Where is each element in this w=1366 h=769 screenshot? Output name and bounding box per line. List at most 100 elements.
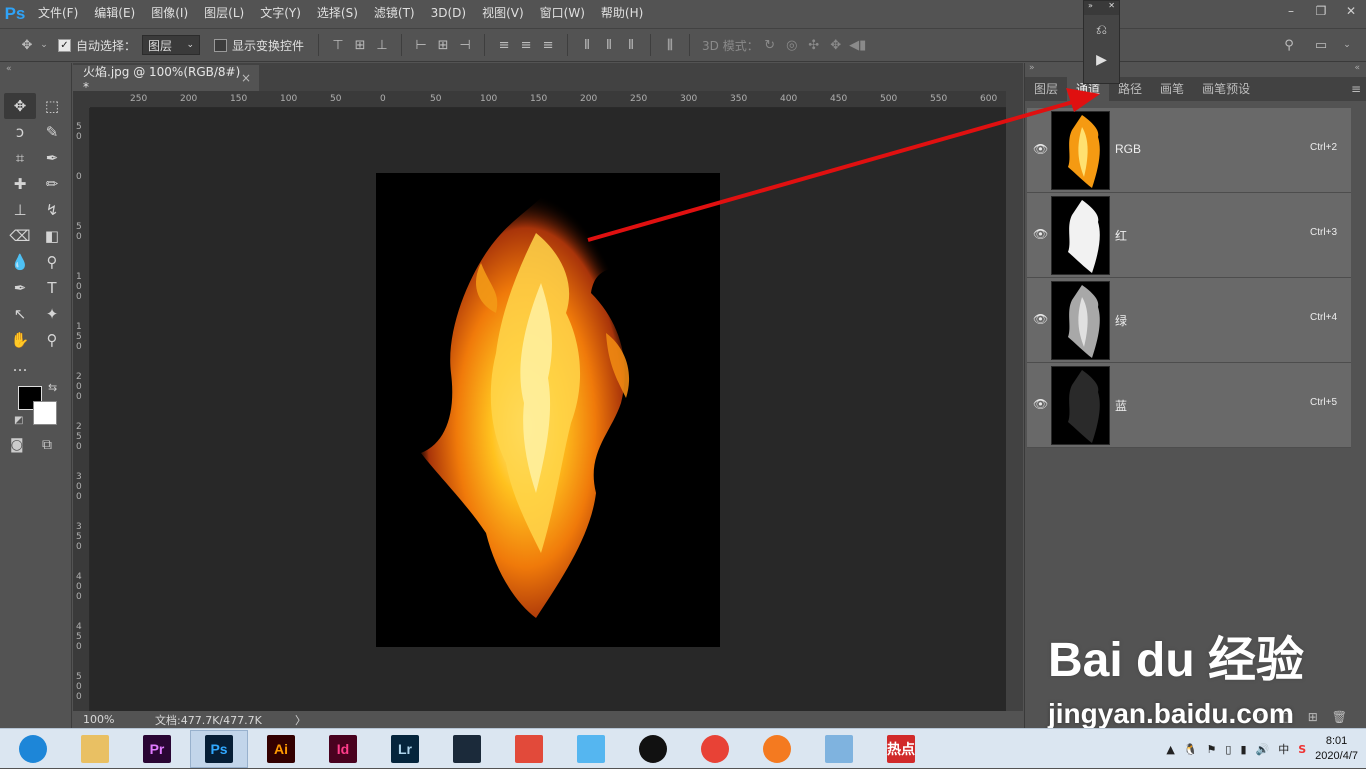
taskbar-hot[interactable]: 热点 [872, 730, 930, 768]
load-selection-icon[interactable]: ◌ [1258, 710, 1268, 724]
vertical-scrollbar[interactable] [1006, 91, 1023, 711]
zoom-level[interactable]: 100% [73, 713, 155, 726]
background-color-swatch[interactable] [33, 401, 57, 425]
menu-item[interactable]: 滤镜(T) [366, 0, 423, 27]
collapse-icon[interactable]: « [1354, 63, 1360, 73]
menu-item[interactable]: 图像(I) [143, 0, 196, 27]
distribute-vcenter-icon[interactable]: ≡ [515, 34, 537, 56]
flag-icon[interactable]: ⚑ [1207, 743, 1217, 756]
channel-row-blue[interactable]: 👁 蓝 Ctrl+5 [1027, 363, 1351, 448]
volume-icon[interactable]: 🔊 [1256, 743, 1270, 756]
3d-scale-icon[interactable]: ◀▮ [847, 34, 869, 56]
close-window-button[interactable]: ✕ [1336, 0, 1366, 22]
screen-mode-icon[interactable]: ⧉ [42, 437, 52, 453]
gradient-tool-icon[interactable]: ◧ [36, 223, 68, 249]
tab-brush-presets[interactable]: 画笔预设 [1193, 77, 1259, 101]
tab-brush[interactable]: 画笔 [1151, 77, 1193, 101]
blur-tool-icon[interactable]: 💧 [4, 249, 36, 275]
distribute-bottom-icon[interactable]: ≡ [537, 34, 559, 56]
play-icon[interactable]: ▶ [1084, 45, 1119, 75]
network-icon[interactable]: ▮ [1240, 743, 1246, 756]
more-tools-icon[interactable]: … [4, 353, 36, 379]
expand-icon[interactable]: » [1029, 63, 1035, 73]
align-vcenter-icon[interactable]: ⊞ [349, 34, 371, 56]
eye-icon[interactable]: 👁 [1033, 397, 1048, 411]
taskbar-video[interactable] [438, 730, 496, 768]
save-selection-icon[interactable]: ◫ [1282, 710, 1293, 724]
taskbar-app-orange[interactable] [748, 730, 806, 768]
shape-tool-icon[interactable]: ✦ [36, 301, 68, 327]
taskbar-premiere[interactable]: Pr [128, 730, 186, 768]
show-transform-checkbox[interactable] [214, 38, 228, 52]
move-tool-icon[interactable]: ✥ [4, 93, 36, 119]
align-hcenter-icon[interactable]: ⊞ [432, 34, 454, 56]
align-right-icon[interactable]: ⊣ [454, 34, 476, 56]
close-icon[interactable]: ✕ [1108, 1, 1115, 15]
ime-indicator[interactable]: 中 [1278, 741, 1289, 757]
distribute-right-icon[interactable]: ⦀ [620, 34, 642, 56]
restore-button[interactable]: ❐ [1306, 0, 1336, 22]
zoom-tool-icon[interactable]: ⚲ [36, 327, 68, 353]
align-bottom-icon[interactable]: ⊥ [371, 34, 393, 56]
path-select-tool-icon[interactable]: ↖ [4, 301, 36, 327]
3d-slide-icon[interactable]: ✥ [825, 34, 847, 56]
align-top-icon[interactable]: ⊤ [327, 34, 349, 56]
menu-item[interactable]: 窗口(W) [532, 0, 593, 27]
quick-select-tool-icon[interactable]: ✎ [36, 119, 68, 145]
menu-item[interactable]: 视图(V) [474, 0, 532, 27]
taskbar-photoshop[interactable]: Ps [190, 729, 248, 768]
3d-rotate-icon[interactable]: ↻ [759, 34, 781, 56]
chevron-down-icon[interactable]: ⌄ [38, 34, 50, 56]
healing-brush-tool-icon[interactable]: ✚ [4, 171, 36, 197]
eye-icon[interactable]: 👁 [1033, 312, 1048, 326]
close-tab-icon[interactable]: × [241, 71, 251, 85]
workspace-icon[interactable]: ▭ [1310, 34, 1332, 56]
qq-tray-icon[interactable]: 🐧 [1184, 743, 1198, 756]
taskbar-chrome[interactable] [686, 730, 744, 768]
expand-icon[interactable]: » [1088, 1, 1093, 15]
lasso-tool-icon[interactable]: ↄ [4, 119, 36, 145]
eraser-tool-icon[interactable]: ⌫ [4, 223, 36, 249]
taskbar-illustrator[interactable]: Ai [252, 730, 310, 768]
menu-item[interactable]: 帮助(H) [593, 0, 651, 27]
menu-item[interactable]: 3D(D) [423, 0, 474, 27]
hand-tool-icon[interactable]: ✋ [4, 327, 36, 353]
new-channel-icon[interactable]: ⊞ [1308, 710, 1318, 724]
trash-icon[interactable]: 🗑 [1332, 710, 1347, 724]
status-menu-arrow[interactable]: 〉 [295, 712, 306, 728]
distribute-hcenter-icon[interactable]: ⦀ [598, 34, 620, 56]
tab-layers[interactable]: 图层 [1025, 77, 1067, 101]
taskbar-indesign[interactable]: Id [314, 730, 372, 768]
default-colors-icon[interactable]: ◩ [14, 415, 23, 426]
type-tool-icon[interactable]: T [36, 275, 68, 301]
taskbar-qq[interactable] [624, 730, 682, 768]
minimize-button[interactable]: – [1276, 0, 1306, 22]
panel-menu-icon[interactable]: ≡ [1351, 77, 1361, 101]
3d-drag-icon[interactable]: ✣ [803, 34, 825, 56]
menu-item[interactable]: 文字(Y) [252, 0, 309, 27]
document-tab[interactable]: 火焰.jpg @ 100%(RGB/8#) * × [73, 65, 259, 94]
battery-icon[interactable]: ▯ [1225, 743, 1231, 756]
3d-roll-icon[interactable]: ◎ [781, 34, 803, 56]
brush-tool-icon[interactable]: ✏ [36, 171, 68, 197]
menu-item[interactable]: 编辑(E) [86, 0, 143, 27]
distribute-left-icon[interactable]: ⦀ [576, 34, 598, 56]
clone-stamp-tool-icon[interactable]: ⊥ [4, 197, 36, 223]
taskbar-app-rabbit[interactable] [562, 730, 620, 768]
auto-align-icon[interactable]: ⫼ [659, 34, 681, 56]
collapse-icon[interactable]: « [6, 64, 12, 74]
taskbar-app-umbrella[interactable] [500, 730, 558, 768]
taskbar-lightroom[interactable]: Lr [376, 730, 434, 768]
search-icon[interactable]: ⚲ [1278, 34, 1300, 56]
layer-select-dropdown[interactable]: 图层 ⌄ [142, 35, 201, 55]
move-tool-icon[interactable]: ✥ [16, 34, 38, 56]
taskbar-app-blue[interactable] [810, 730, 868, 768]
clock[interactable]: 8:01 2020/4/7 [1315, 734, 1358, 764]
show-hidden-icons-icon[interactable]: ▲ [1166, 743, 1174, 756]
pen-tool-icon[interactable]: ✒ [4, 275, 36, 301]
sogou-icon[interactable]: S [1298, 743, 1306, 756]
eye-icon[interactable]: 👁 [1033, 227, 1048, 241]
align-left-icon[interactable]: ⊢ [410, 34, 432, 56]
taskbar-browser[interactable] [4, 730, 62, 768]
taskbar-explorer[interactable] [66, 730, 124, 768]
